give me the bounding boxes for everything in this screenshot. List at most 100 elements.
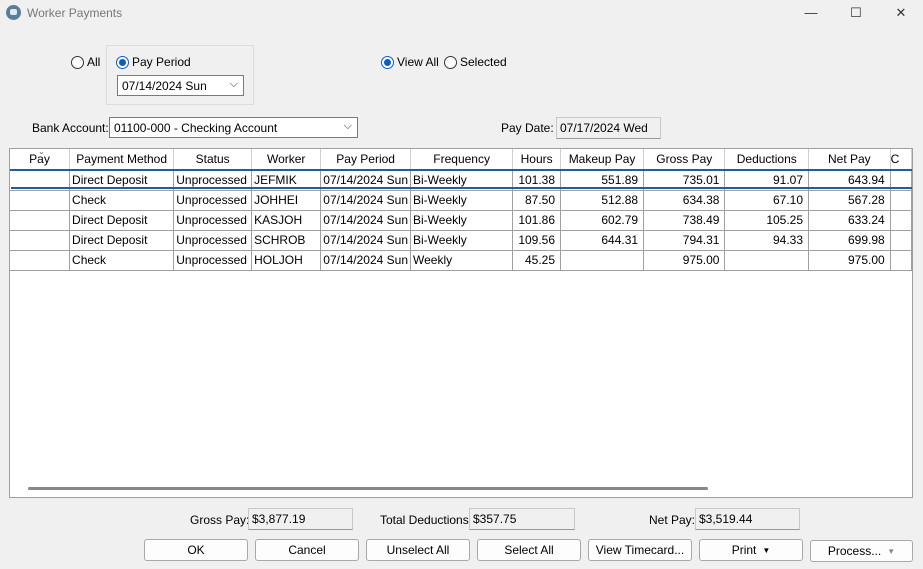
column-header[interactable]: ⌄ Pay (10, 149, 71, 171)
table-cell[interactable] (10, 210, 71, 231)
table-cell[interactable]: 45.25 (512, 250, 562, 271)
table-cell[interactable]: 105.25 (724, 210, 810, 231)
column-header[interactable]: Frequency (410, 149, 514, 171)
table-cell[interactable]: Unprocessed (173, 210, 253, 231)
table-cell[interactable]: 975.00 (643, 250, 726, 271)
horizontal-scrollbar[interactable] (28, 487, 708, 490)
column-header[interactable]: Hours (512, 149, 562, 171)
close-button[interactable]: ✕ (889, 4, 913, 22)
table-cell[interactable]: 975.00 (808, 250, 891, 271)
minimize-button[interactable]: — (799, 4, 823, 22)
app-icon (6, 5, 21, 20)
radio-pay-period-label: Pay Period (132, 55, 191, 69)
process-button[interactable]: Process... ▼ (810, 540, 913, 562)
radio-all-indicator[interactable] (71, 55, 84, 69)
table-row[interactable]: Check Unprocessed HOLJOH 07/14/2024 Sun Week… (10, 250, 912, 271)
maximize-button[interactable]: ☐ (844, 4, 868, 22)
table-row[interactable]: Direct Deposit Unprocessed KASJOH 07/14/202… (10, 210, 912, 231)
table-cell[interactable]: Unprocessed (173, 230, 253, 251)
radio-view-all-indicator[interactable] (381, 55, 394, 69)
table-cell[interactable] (10, 250, 71, 271)
table-cell[interactable]: Bi-Weekly (410, 210, 514, 231)
table-row[interactable]: Check Unprocessed JOHHEI 07/14/2024 Sun Bi-W… (10, 190, 912, 211)
pay-date-label: Pay Date: (501, 121, 554, 135)
table-cell[interactable] (890, 230, 912, 251)
cancel-button[interactable]: Cancel (255, 539, 359, 561)
table-cell[interactable]: 101.86 (512, 210, 562, 231)
radio-pay-period-indicator[interactable] (116, 55, 129, 69)
unselect-all-button[interactable]: Unselect All (366, 539, 470, 561)
table-cell[interactable]: Check (69, 190, 175, 211)
table-cell[interactable]: 738.49 (643, 210, 726, 231)
table-cell[interactable]: KASJOH (251, 210, 322, 231)
radio-selected-indicator[interactable] (444, 55, 457, 69)
table-cell[interactable]: 602.79 (560, 210, 645, 231)
table-cell[interactable] (10, 190, 71, 211)
column-header[interactable]: Status (173, 149, 253, 171)
sort-caret-icon: ⌄ (38, 149, 45, 156)
table-cell[interactable]: Bi-Weekly (410, 190, 514, 211)
table-cell[interactable]: 699.98 (808, 230, 891, 251)
table-cell[interactable]: 633.24 (808, 210, 891, 231)
net-pay-label: Net Pay: (649, 513, 696, 527)
table-cell[interactable] (10, 230, 71, 251)
total-deductions-label: Total Deductions: (380, 513, 473, 527)
pay-period-value: 07/14/2024 Sun (122, 78, 207, 93)
table-cell[interactable]: 07/14/2024 Sun (320, 190, 412, 211)
table-cell[interactable]: 512.88 (560, 190, 645, 211)
table-cell[interactable]: Bi-Weekly (410, 230, 514, 251)
column-header[interactable]: Pay Period (320, 149, 412, 171)
table-cell[interactable]: Unprocessed (173, 190, 253, 211)
table-row[interactable]: Direct Deposit Unprocessed SCHROB 07/14/202… (10, 230, 912, 251)
selected-row-indicator (11, 187, 912, 189)
chevron-down-icon: ⌵ (229, 78, 238, 90)
radio-selected-label: Selected (460, 55, 507, 69)
table-cell[interactable]: 109.56 (512, 230, 562, 251)
column-header[interactable]: C (890, 149, 912, 171)
table-cell[interactable]: 87.50 (512, 190, 562, 211)
table-cell[interactable]: 07/14/2024 Sun (320, 230, 412, 251)
table-cell[interactable] (724, 250, 810, 271)
radio-all[interactable]: All (71, 55, 100, 69)
print-button[interactable]: Print ▼ (699, 539, 803, 561)
table-cell[interactable]: 634.38 (643, 190, 726, 211)
pay-period-select[interactable]: 07/14/2024 Sun ⌵ (117, 75, 244, 96)
table-cell[interactable] (560, 250, 645, 271)
payments-grid[interactable]: ⌄ Pay Payment Method Status Worker Pay Pe… (9, 148, 913, 498)
table-cell[interactable]: 567.28 (808, 190, 891, 211)
table-cell[interactable] (890, 210, 912, 231)
table-cell[interactable]: Direct Deposit (69, 210, 175, 231)
process-button-label: Process... (827, 544, 882, 558)
table-cell[interactable]: Unprocessed (173, 250, 253, 271)
view-timecard-button[interactable]: View Timecard... (588, 539, 692, 561)
table-cell[interactable]: Direct Deposit (69, 230, 175, 251)
table-cell[interactable]: SCHROB (251, 230, 322, 251)
ok-button[interactable]: OK (144, 539, 248, 561)
table-cell[interactable]: JOHHEI (251, 190, 322, 211)
grid-header-row: ⌄ Pay Payment Method Status Worker Pay Pe… (10, 149, 912, 171)
bank-account-label: Bank Account: (32, 121, 109, 135)
column-header[interactable]: Payment Method (69, 149, 175, 171)
radio-pay-period[interactable]: Pay Period (116, 55, 191, 69)
column-header[interactable]: Net Pay (808, 149, 891, 171)
table-cell[interactable] (890, 190, 912, 211)
payments-table: ⌄ Pay Payment Method Status Worker Pay Pe… (10, 149, 912, 271)
table-cell[interactable]: 94.33 (724, 230, 810, 251)
table-cell[interactable]: HOLJOH (251, 250, 322, 271)
column-header[interactable]: Gross Pay (643, 149, 726, 171)
table-cell[interactable]: Weekly (410, 250, 514, 271)
table-cell[interactable]: 67.10 (724, 190, 810, 211)
radio-selected[interactable]: Selected (444, 55, 507, 69)
table-cell[interactable]: 07/14/2024 Sun (320, 210, 412, 231)
select-all-button[interactable]: Select All (477, 539, 581, 561)
table-cell[interactable]: Check (69, 250, 175, 271)
column-header[interactable]: Worker (251, 149, 322, 171)
bank-account-select[interactable]: 01100-000 - Checking Account ⌵ (109, 117, 358, 138)
table-cell[interactable] (890, 250, 912, 271)
table-cell[interactable]: 07/14/2024 Sun (320, 250, 412, 271)
column-header[interactable]: Deductions (724, 149, 810, 171)
radio-view-all[interactable]: View All (381, 55, 439, 69)
column-header[interactable]: Makeup Pay (560, 149, 645, 171)
table-cell[interactable]: 794.31 (643, 230, 726, 251)
table-cell[interactable]: 644.31 (560, 230, 645, 251)
